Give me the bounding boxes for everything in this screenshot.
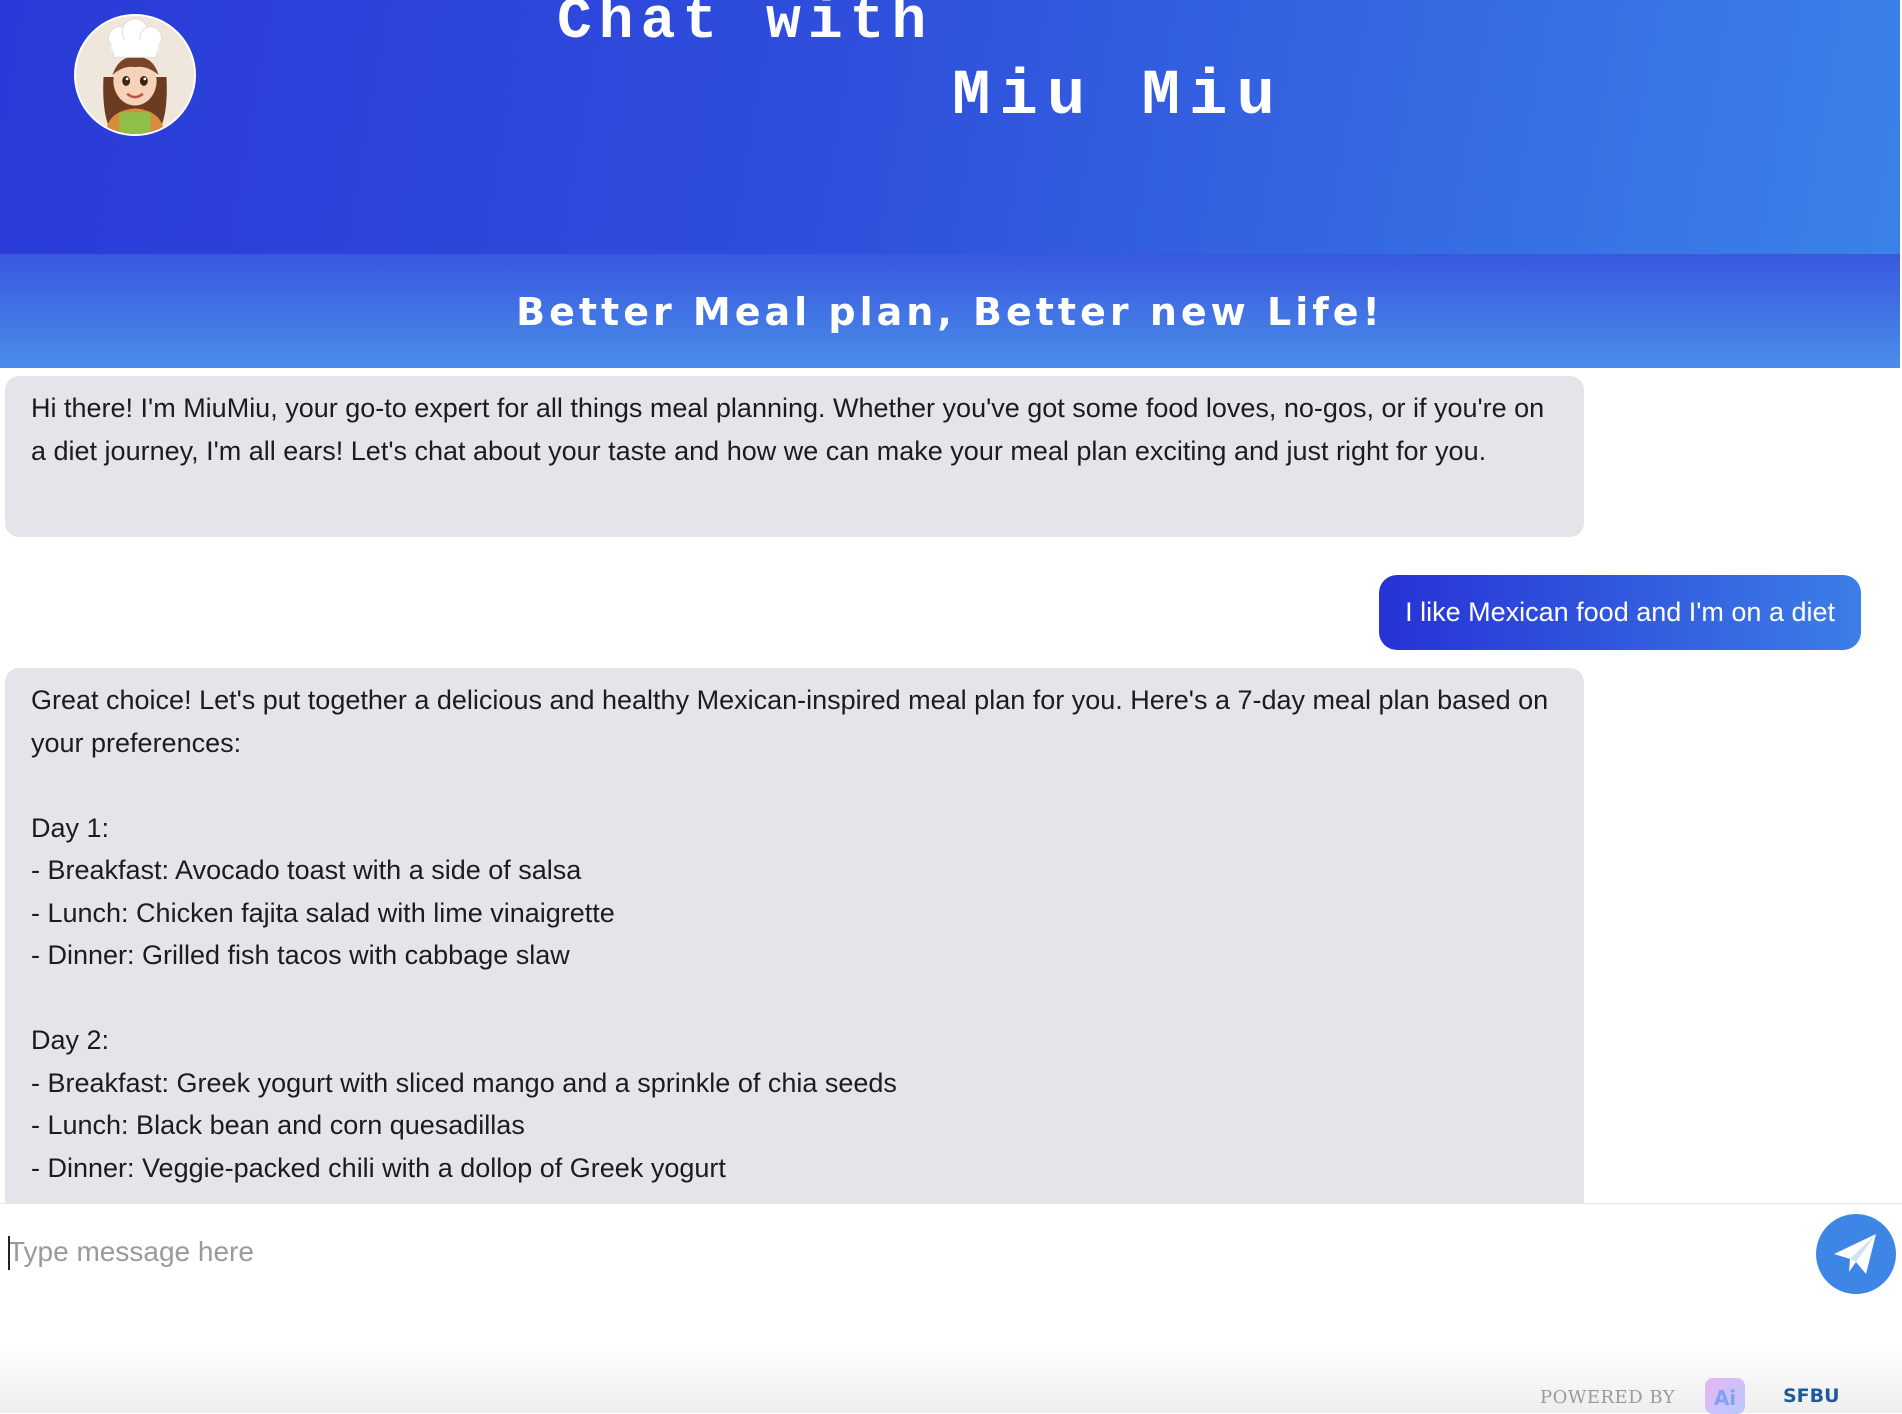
subtitle-banner: Better Meal plan, Better new Life! (0, 254, 1900, 368)
powered-by-label: POWERED BY (1540, 1387, 1676, 1408)
sfbu-logo: SFBU (1783, 1385, 1840, 1407)
chef-avatar-icon (74, 14, 196, 136)
chat-messages[interactable]: Hi there! I'm MiuMiu, your go-to expert … (0, 368, 1902, 1203)
bot-message: Great choice! Let's put together a delic… (5, 668, 1584, 1203)
paper-plane-send-icon (1834, 1234, 1876, 1274)
ai-logo-icon: Ai (1705, 1378, 1745, 1414)
page-title-line2: Miu Miu (952, 61, 1284, 133)
message-input[interactable] (6, 1222, 1800, 1282)
text-cursor (8, 1236, 10, 1270)
page-title-line1: Chat with (557, 0, 934, 55)
message-composer (0, 1203, 1902, 1344)
user-message: I like Mexican food and I'm on a diet (1379, 575, 1861, 650)
send-button[interactable] (1816, 1214, 1896, 1294)
chat-header: Chat with Miu Miu (0, 0, 1900, 254)
footer: POWERED BY Ai SFBU (0, 1343, 1902, 1414)
page-subtitle: Better Meal plan, Better new Life! (516, 290, 1384, 334)
bot-message: Hi there! I'm MiuMiu, your go-to expert … (5, 376, 1584, 537)
